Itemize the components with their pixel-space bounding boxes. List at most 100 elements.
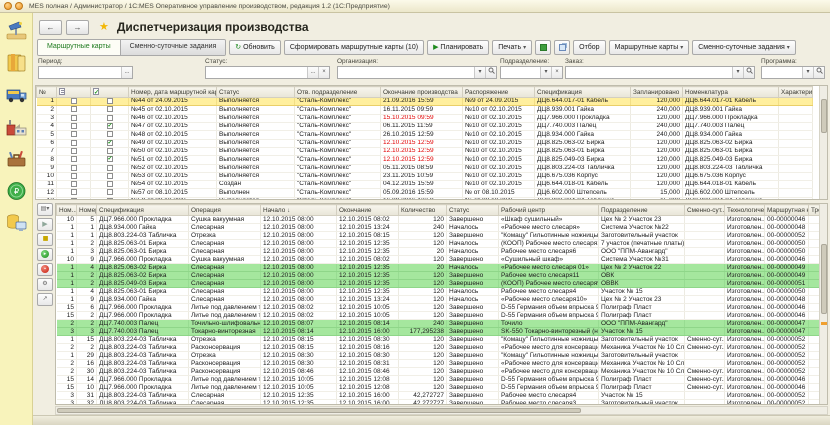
table-cell[interactable]: ДЦ7.740.003 Палец: [97, 320, 189, 328]
table-cell[interactable]: №59 от 08.10.2015: [129, 197, 217, 200]
table-cell[interactable]: 12.10.2015 08:00: [261, 224, 337, 232]
table-cell[interactable]: ДЦ8.803.224-03 Табличка: [535, 164, 631, 172]
table-cell[interactable]: 120: [399, 368, 447, 376]
table-cell[interactable]: Изготовлен...: [725, 304, 765, 312]
table-cell[interactable]: 1: [57, 280, 77, 288]
column-header[interactable]: [91, 87, 129, 98]
table-cell[interactable]: ДЦ8.803.224-03 Табличка: [97, 344, 189, 352]
table-cell[interactable]: Слесарная: [189, 400, 261, 406]
table-cell[interactable]: 04.12.2015 15:59: [381, 181, 463, 189]
table-row[interactable]: 12№57 от 08.10.2015Выполнен"Сталь-Компле…: [37, 189, 813, 197]
period-input[interactable]: [39, 67, 121, 78]
column-header[interactable]: Технологиче...: [725, 205, 765, 216]
table-cell[interactable]: Участок № 15: [599, 288, 685, 296]
table-row[interactable]: 1№44 от 24.09.2015Выполняется"Сталь-Комп…: [37, 98, 813, 106]
dropdown-button[interactable]: ▾: [732, 67, 743, 78]
table-cell[interactable]: Завершено: [447, 336, 499, 344]
table-cell[interactable]: 120: [399, 384, 447, 392]
table-cell[interactable]: 1: [57, 224, 77, 232]
table-cell[interactable]: ДЦ8.934.000 Гайка: [97, 296, 189, 304]
table-cell[interactable]: 00-00000046: [765, 376, 809, 384]
table-cell[interactable]: Началось: [447, 288, 499, 296]
table-cell[interactable]: "Сталь-Комплекс": [295, 114, 381, 122]
table-cell[interactable]: 1: [57, 352, 77, 360]
column-header[interactable]: [57, 87, 91, 98]
table-row[interactable]: 11ДЦ8.934.000 ГайкаСлесарная12.10.2015 0…: [57, 224, 827, 232]
copy-icon-button[interactable]: [554, 40, 570, 55]
table-cell[interactable]: ДЦ7.966.000 Прокладка: [97, 304, 189, 312]
table-cell[interactable]: [779, 181, 813, 189]
table-cell[interactable]: №45 от 02.10.2015: [129, 106, 217, 114]
table-row[interactable]: 12ДЦ8.825.049-03 БиркаСлесарная12.10.201…: [57, 280, 827, 288]
table-cell[interactable]: № от 08.10.2015: [463, 197, 535, 200]
table-cell[interactable]: 00-00000052: [765, 352, 809, 360]
table-cell[interactable]: ДЦ8.803.224-03 Табличка: [97, 392, 189, 400]
table-cell[interactable]: 15: [57, 376, 77, 384]
table-cell[interactable]: [685, 264, 725, 272]
table-cell[interactable]: Изготовлен...: [725, 344, 765, 352]
table-cell[interactable]: 12.10.2015 16:00: [337, 392, 399, 400]
table-cell[interactable]: 00-00000052: [765, 392, 809, 400]
table-cell[interactable]: Изготовлен...: [725, 328, 765, 336]
table-cell[interactable]: 00-00000050: [765, 240, 809, 248]
table-row[interactable]: 12ДЦ8.825.063-02 БиркаСлесарная12.10.201…: [57, 272, 827, 280]
checkbox[interactable]: [71, 115, 77, 121]
table-row[interactable]: 33ДЦ7.740.003 ПалецТокарно-винторезная12…: [57, 328, 827, 336]
table-cell[interactable]: 12.10.2015 08:00: [261, 248, 337, 256]
table-cell[interactable]: Сменно-сут...: [685, 336, 725, 344]
table-cell[interactable]: 00-00000046: [765, 312, 809, 320]
table-cell[interactable]: 4: [37, 122, 57, 130]
table-cell[interactable]: 120,000: [631, 114, 683, 122]
checkbox[interactable]: [107, 165, 113, 171]
table-cell[interactable]: Изготовлен...: [725, 400, 765, 406]
table-cell[interactable]: 12.10.2015 12:35: [337, 240, 399, 248]
table-cell[interactable]: "Сталь-Комплекс": [295, 98, 381, 106]
table-cell[interactable]: 12.10.2015 08:02: [337, 256, 399, 264]
table-cell[interactable]: ДЦ7.740.003 Палец: [683, 122, 779, 130]
table-cell[interactable]: Началось: [447, 224, 499, 232]
table-cell[interactable]: 120: [399, 312, 447, 320]
program-input[interactable]: [762, 67, 802, 78]
table-cell[interactable]: «Шкаф сушильный»: [499, 216, 599, 224]
table-cell[interactable]: 00-00000047: [765, 320, 809, 328]
table-cell[interactable]: №10 от 02.10.2015: [463, 147, 535, 155]
table-row[interactable]: 1510ДЦ7.966.000 ПрокладкаЛитье под давле…: [57, 384, 827, 392]
checkbox[interactable]: [71, 173, 77, 179]
column-header[interactable]: Запланировано: [631, 87, 683, 98]
table-cell[interactable]: 8: [37, 156, 57, 164]
table-cell[interactable]: SK-550 Токарно-винторезный (не точный): [499, 328, 599, 336]
table-cell[interactable]: "Сталь-Комплекс": [295, 139, 381, 147]
table-cell[interactable]: [779, 139, 813, 147]
table-cell[interactable]: 2: [57, 320, 77, 328]
table-cell[interactable]: 00-00000048: [765, 224, 809, 232]
table-cell[interactable]: Завершено: [447, 280, 499, 288]
table-cell[interactable]: Выполняется: [217, 147, 295, 155]
table-cell[interactable]: 15: [57, 304, 77, 312]
table-cell[interactable]: ДЦ8.803.224-04 Табличка: [535, 197, 631, 200]
table-cell[interactable]: 21.09.2016 15:59: [381, 98, 463, 106]
table-cell[interactable]: Рабочее место слесаря4: [499, 392, 599, 400]
table-cell[interactable]: 120,000: [631, 147, 683, 155]
table-cell[interactable]: 1: [57, 232, 77, 240]
table-cell[interactable]: 15: [57, 384, 77, 392]
table-cell[interactable]: 2: [57, 368, 77, 376]
table-cell[interactable]: ДЦ8.803.224-03 Табличка: [97, 360, 189, 368]
table-cell[interactable]: 12.10.2015 12:59: [381, 156, 463, 164]
table-cell[interactable]: 05.09.2016 15:59: [381, 189, 463, 197]
table-cell[interactable]: [685, 400, 725, 406]
table-cell[interactable]: "Сталь-Комплекс": [295, 122, 381, 130]
table-row[interactable]: 7№50 от 02.10.2015Выполняется"Сталь-Комп…: [37, 147, 813, 155]
table-cell[interactable]: 42,272727: [399, 392, 447, 400]
column-header[interactable]: Распоряжение: [463, 87, 535, 98]
table-row[interactable]: 14ДЦ8.825.063-01 БиркаСлесарная12.10.201…: [57, 288, 827, 296]
column-header[interactable]: Отв. подразделение: [295, 87, 381, 98]
column-header[interactable]: Рабочий центр: [499, 205, 599, 216]
column-header[interactable]: №: [37, 87, 57, 98]
table-cell[interactable]: Изготовлен...: [725, 256, 765, 264]
table-cell[interactable]: 120: [399, 272, 447, 280]
table-cell[interactable]: 05.11.2015 08:59: [381, 164, 463, 172]
table-row[interactable]: 332ДЦ8.803.224-03 ТабличкаСлесарная12.10…: [57, 400, 827, 406]
table-cell[interactable]: 12.10.2015 08:30: [261, 360, 337, 368]
checkbox[interactable]: [107, 198, 113, 200]
table-cell[interactable]: 15.10.2015 09:59: [381, 114, 463, 122]
